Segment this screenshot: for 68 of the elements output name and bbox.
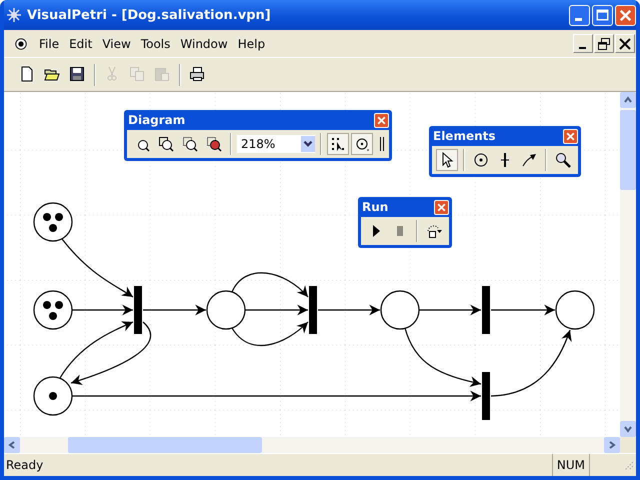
arc-icon [521, 152, 537, 168]
magnifier-icon [182, 136, 198, 152]
transition-bar [482, 372, 490, 420]
toolbar-title: Elements [433, 129, 496, 143]
close-button[interactable] [434, 200, 449, 214]
save-icon [69, 66, 85, 82]
arc-arrow [143, 304, 206, 316]
magnifier-icon [206, 136, 222, 152]
diagram-canvas[interactable]: Diagram 218% Elements Run [4, 92, 620, 437]
place [555, 290, 595, 330]
menu-item[interactable]: File [34, 36, 64, 50]
document-icon[interactable] [14, 36, 28, 50]
print-icon [189, 66, 205, 82]
maximize-button[interactable] [592, 4, 613, 26]
transition-bar [309, 286, 317, 334]
app-icon [6, 7, 22, 23]
new-icon [19, 66, 35, 82]
close-icon [436, 202, 447, 212]
place [206, 290, 246, 330]
toolbar-title: Diagram [128, 113, 186, 127]
close-button[interactable] [374, 112, 389, 128]
menu-item[interactable]: View [97, 36, 136, 50]
close-icon [376, 114, 387, 126]
grip-icon[interactable] [379, 136, 385, 152]
minimize-icon [575, 18, 582, 20]
scroll-thumb[interactable] [68, 437, 262, 453]
close-button[interactable] [563, 128, 578, 144]
snap-grid-button[interactable] [327, 133, 349, 155]
status-indicator: NUM [552, 454, 589, 476]
copy-icon [129, 66, 145, 82]
arc-arrow [245, 304, 308, 316]
scroll-right-button[interactable] [604, 437, 620, 453]
scroll-left-button[interactable] [4, 437, 20, 453]
status-text: Ready [5, 458, 44, 472]
paste-icon [154, 66, 170, 82]
magnifier-icon [555, 152, 571, 168]
arc-arrow [62, 238, 134, 298]
step-menu-icon [426, 223, 442, 239]
toolbar-title: Run [362, 200, 388, 214]
minimize-icon [579, 47, 586, 49]
menu-item[interactable]: Edit [64, 36, 98, 50]
zoom-dropdown[interactable]: 218% [237, 135, 315, 153]
place-icon [473, 152, 489, 168]
close-button[interactable] [615, 34, 635, 53]
menu-item[interactable]: Tools [136, 36, 176, 50]
arc-arrow [318, 304, 380, 316]
arc-arrow [491, 304, 555, 316]
restore-button[interactable] [594, 34, 614, 53]
dotted-pointer-icon [330, 136, 346, 152]
close-icon [565, 130, 576, 142]
scroll-up-button[interactable] [620, 92, 636, 108]
menu-item[interactable]: Window [175, 36, 233, 50]
restore-icon [597, 37, 611, 51]
window-title: VisualPetri - [Dog.salivation.vpn] [27, 8, 272, 22]
place [380, 290, 420, 330]
close-icon [618, 37, 632, 51]
transition-bar [482, 286, 490, 334]
arc-arrow [72, 304, 133, 316]
pointer-tool[interactable] [436, 149, 458, 171]
magnifier-icon [158, 136, 174, 152]
circle-dot-icon [354, 136, 370, 152]
minimize-button[interactable] [573, 34, 593, 53]
arc-arrow [419, 304, 481, 316]
scroll-down-button[interactable] [620, 421, 636, 437]
center-button[interactable] [351, 133, 373, 155]
transition-bar [134, 286, 142, 334]
scroll-thumb[interactable] [620, 110, 636, 190]
menu-item[interactable]: Help [232, 36, 270, 50]
